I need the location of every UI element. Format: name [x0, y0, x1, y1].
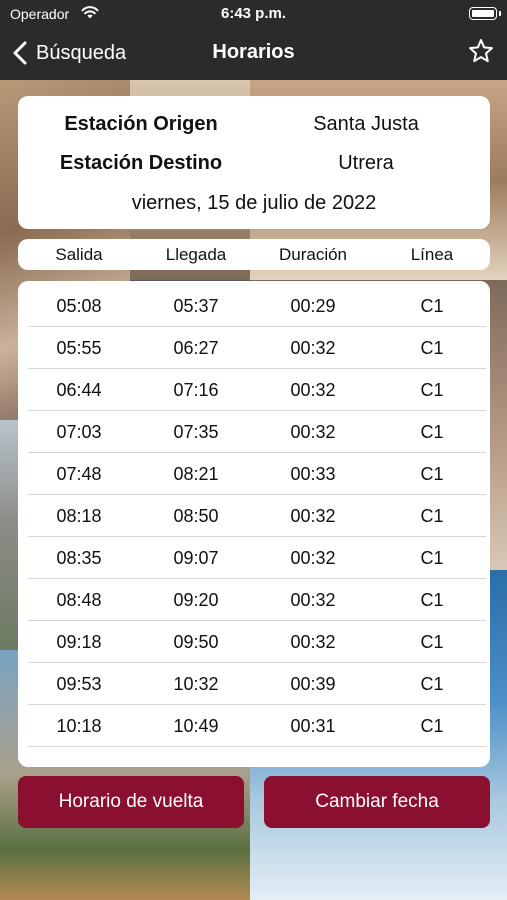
arrival-time: 09:50: [173, 631, 219, 652]
header-line: Línea: [410, 244, 454, 264]
clock: 6:43 p.m.: [220, 5, 287, 22]
destination-value: Utrera: [338, 152, 394, 174]
departure-time: 09:53: [56, 673, 102, 694]
route-info-card: Estación Origen Santa Justa Estación Des…: [18, 96, 490, 229]
table-row[interactable]: 09:18 09:50 00:32 C1: [18, 621, 490, 663]
origin-label: Estación Origen: [64, 113, 218, 135]
line: C1: [420, 631, 444, 652]
return-schedule-button[interactable]: Horario de vuelta: [18, 776, 244, 828]
departure-time: 08:18: [56, 505, 102, 526]
departure-time: 10:18: [56, 715, 102, 736]
line: C1: [420, 547, 444, 568]
star-icon[interactable]: [468, 38, 494, 64]
line: C1: [420, 463, 444, 484]
schedule-rows: 05:08 05:37 00:29 C1 05:55 06:27 00:32 C1 06:44 0…: [18, 285, 490, 747]
line: C1: [420, 505, 444, 526]
page-title: Horarios: [212, 41, 295, 63]
duration: 00:32: [290, 589, 336, 610]
navigation-bar: Búsqueda Horarios: [0, 28, 507, 80]
table-row[interactable]: 05:55 06:27 00:32 C1: [18, 327, 490, 369]
destination-label: Estación Destino: [59, 152, 223, 174]
duration: 00:32: [290, 547, 336, 568]
arrival-time: 09:20: [173, 589, 219, 610]
duration: 00:29: [290, 295, 336, 316]
line: C1: [420, 421, 444, 442]
table-row[interactable]: 08:35 09:07 00:32 C1: [18, 537, 490, 579]
table-row[interactable]: 08:48 09:20 00:32 C1: [18, 579, 490, 621]
arrival-time: 05:37: [173, 295, 219, 316]
duration: 00:33: [290, 463, 336, 484]
schedule-header: Salida Llegada Duración Línea: [18, 239, 490, 270]
departure-time: 05:55: [56, 337, 102, 358]
departure-time: 09:18: [56, 631, 102, 652]
duration: 00:32: [290, 631, 336, 652]
battery-tip: [499, 11, 501, 16]
arrival-time: 09:07: [173, 547, 219, 568]
table-row[interactable]: 07:03 07:35 00:32 C1: [18, 411, 490, 453]
status-bar: Operador 6:43 p.m.: [0, 0, 507, 28]
line: C1: [420, 715, 444, 736]
departure-time: 05:08: [56, 295, 102, 316]
duration: 00:32: [290, 421, 336, 442]
line: C1: [420, 379, 444, 400]
arrival-time: 10:49: [173, 715, 219, 736]
departure-time: 08:35: [56, 547, 102, 568]
table-row[interactable]: 05:08 05:37 00:29 C1: [18, 285, 490, 327]
line: C1: [420, 337, 444, 358]
duration: 00:32: [290, 379, 336, 400]
table-row[interactable]: 10:18 10:49 00:31 C1: [18, 705, 490, 747]
arrival-time: 08:50: [173, 505, 219, 526]
origin-value: Santa Justa: [313, 113, 419, 135]
departure-time: 06:44: [56, 379, 102, 400]
arrival-time: 10:32: [173, 673, 219, 694]
arrival-time: 07:16: [173, 379, 219, 400]
table-row[interactable]: 08:18 08:50 00:32 C1: [18, 495, 490, 537]
table-row[interactable]: 09:53 10:32 00:39 C1: [18, 663, 490, 705]
table-row[interactable]: 06:44 07:16 00:32 C1: [18, 369, 490, 411]
top-bar: Operador 6:43 p.m. Búsqueda Horarios: [0, 0, 507, 80]
duration: 00:32: [290, 337, 336, 358]
change-date-button[interactable]: Cambiar fecha: [264, 776, 490, 828]
departure-time: 07:48: [56, 463, 102, 484]
table-row[interactable]: 07:48 08:21 00:33 C1: [18, 453, 490, 495]
battery-icon: [469, 7, 497, 20]
header-arrival: Llegada: [165, 244, 227, 264]
duration: 00:39: [290, 673, 336, 694]
arrival-time: 08:21: [173, 463, 219, 484]
duration: 00:32: [290, 505, 336, 526]
duration: 00:31: [290, 715, 336, 736]
schedule-table: 05:08 05:37 00:29 C1 05:55 06:27 00:32 C1 06:44 0…: [18, 281, 490, 767]
line: C1: [420, 673, 444, 694]
header-departure: Salida: [55, 244, 103, 264]
header-duration: Duración: [278, 244, 348, 264]
arrival-time: 06:27: [173, 337, 219, 358]
departure-time: 08:48: [56, 589, 102, 610]
line: C1: [420, 589, 444, 610]
departure-time: 07:03: [56, 421, 102, 442]
line: C1: [420, 295, 444, 316]
arrival-time: 07:35: [173, 421, 219, 442]
travel-date: viernes, 15 de julio de 2022: [131, 192, 377, 214]
